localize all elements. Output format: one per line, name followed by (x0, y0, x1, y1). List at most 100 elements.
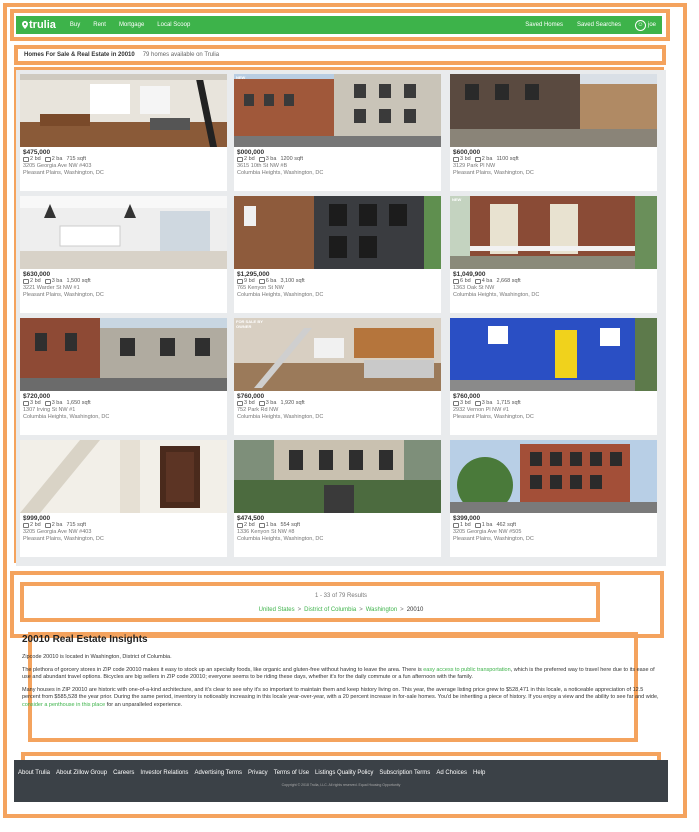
location-pin-icon (22, 21, 28, 29)
listing-baths: 6 ba (265, 278, 277, 284)
listing-street[interactable]: 752 Park Rd NW (237, 407, 438, 414)
listing-card[interactable]: $399,000 1 bd 1 ba 462 sqft 3205 Georgia A… (450, 440, 657, 557)
homes-count: 79 homes available on Trulia (142, 52, 220, 58)
breadcrumb-united-states[interactable]: United States (259, 607, 295, 613)
listing-area: Pleasant Plains, Washington, DC (453, 170, 534, 176)
listing-sqft: 715 sqft (66, 156, 87, 162)
listing-card[interactable]: $760,000 3 bd 3 ba 1,715 sqft 2932 Vernon … (450, 318, 657, 435)
listing-street[interactable]: 3205 Georgia Ave NW #505 (453, 529, 654, 536)
listing-street[interactable]: 1307 Irving St NW #1 (23, 407, 224, 414)
real-estate-insights: 20010 Real Estate Insights Zipcode 20010… (22, 634, 662, 714)
listing-area: Columbia Heights, Washington, DC (453, 292, 540, 298)
bath-icon (474, 523, 481, 528)
listing-price: $1,049,900 (453, 271, 486, 278)
listing-photo[interactable] (450, 318, 657, 391)
listing-photo[interactable]: NEW (450, 196, 657, 269)
footer-about-zillow-group[interactable]: About Zillow Group (56, 770, 107, 776)
listing-beds: 3 bd (244, 400, 255, 406)
footer-about-trulia[interactable]: About Trulia (18, 770, 50, 776)
listing-card[interactable]: $600,000 3 bd 2 ba 1100 sqft 3129 Park Pl … (450, 74, 657, 191)
listing-card[interactable]: $474,500 2 bd 1 ba 554 sqft 1336 Kenyon St… (234, 440, 441, 557)
listing-baths: 2 ba (51, 156, 63, 162)
listing-area: Columbia Heights, Washington, DC (237, 292, 324, 298)
listing-street[interactable]: 765 Kenyon St NW (237, 285, 438, 292)
bath-icon (474, 157, 481, 162)
listing-street[interactable]: 3221 Warder St NW #1 (23, 285, 224, 292)
bed-icon (237, 401, 243, 406)
bath-icon (44, 157, 51, 162)
listing-sqft: 1,650 sqft (66, 400, 91, 406)
listing-street[interactable]: 3129 Park Pl NW (453, 163, 654, 170)
bath-icon (44, 401, 51, 406)
listing-card[interactable]: FOR SALE BY OWNER $760,000 3 bd 3 ba 1,920… (234, 318, 441, 435)
listing-street[interactable]: 1336 Kenyon St NW #8 (237, 529, 438, 536)
nav-saved-homes[interactable]: Saved Homes (525, 22, 563, 28)
listing-card[interactable]: $720,000 3 bd 3 ba 1,650 sqft 1307 Irving … (20, 318, 227, 435)
nav-local-scoop[interactable]: Local Scoop (157, 22, 190, 28)
insights-title: 20010 Real Estate Insights (22, 634, 148, 645)
bath-icon (474, 401, 481, 406)
listing-card[interactable]: $1,295,000 9 bd 6 ba 3,100 sqft 765 Kenyon… (234, 196, 441, 313)
listing-photo[interactable] (20, 318, 227, 391)
listing-sqft: 1,715 sqft (496, 400, 521, 406)
listing-photo[interactable] (20, 440, 227, 513)
footer-advertising-terms[interactable]: Advertising Terms (194, 770, 242, 776)
listing-photo[interactable]: NEW (234, 74, 441, 147)
listing-street[interactable]: 3205 Georgia Ave NW #403 (23, 529, 224, 536)
footer-terms-of-use[interactable]: Terms of Use (274, 770, 309, 776)
listing-area: Columbia Heights, Washington, DC (237, 414, 324, 420)
footer-help[interactable]: Help (473, 770, 485, 776)
listing-street[interactable]: 2932 Vernon Pl NW #1 (453, 407, 654, 414)
trulia-logo[interactable]: trulia (22, 19, 56, 31)
listing-sqft: 554 sqft (280, 522, 301, 528)
listing-sqft: 1100 sqft (496, 156, 519, 162)
listing-area: Columbia Heights, Washington, DC (23, 414, 110, 420)
public-transportation-link[interactable]: easy access to public transportation (423, 667, 510, 673)
user-avatar-icon[interactable]: ☺ (634, 19, 646, 31)
insights-paragraph-2: The plethora of gorcery stores in ZIP co… (22, 666, 655, 681)
listing-card[interactable]: $475,000 2 bd 2 ba 715 sqft 3205 Georgia A… (20, 74, 227, 191)
breadcrumb-washington[interactable]: Washington (366, 607, 397, 613)
bed-icon (23, 279, 29, 284)
listing-photo[interactable] (234, 440, 441, 513)
listing-photo[interactable] (20, 74, 227, 147)
logo-text: trulia (29, 19, 56, 31)
footer-investor-relations[interactable]: Investor Relations (140, 770, 188, 776)
breadcrumb: United States > District of Columbia > Washi… (20, 607, 662, 613)
nav-saved-searches[interactable]: Saved Searches (577, 22, 621, 28)
listing-card[interactable]: $630,000 2 bd 3 ba 1,500 sqft 3221 Warder … (20, 196, 227, 313)
listing-photo[interactable]: FOR SALE BY OWNER (234, 318, 441, 391)
footer-subscription-terms[interactable]: Subscription Terms (379, 770, 430, 776)
nav-rent[interactable]: Rent (93, 22, 106, 28)
footer-privacy[interactable]: Privacy (248, 770, 268, 776)
nav-mortgage[interactable]: Mortgage (119, 22, 144, 28)
listing-card[interactable]: NEW $000,000 2 bd 3 ba 1200 sqft 3615 10th… (234, 74, 441, 191)
listing-street[interactable]: 3205 Georgia Ave NW #403 (23, 163, 224, 170)
listing-badge: NEW (452, 197, 462, 202)
footer-careers[interactable]: Careers (113, 770, 134, 776)
bath-icon (258, 157, 265, 162)
listing-beds: 2 bd (30, 156, 41, 162)
listing-card[interactable]: $999,000 2 bd 2 ba 715 sqft 3205 Georgia A… (20, 440, 227, 557)
listing-street[interactable]: 1363 Oak St NW (453, 285, 654, 292)
listing-photo[interactable] (20, 196, 227, 269)
listing-photo[interactable] (234, 196, 441, 269)
breadcrumb-district-of-columbia[interactable]: District of Columbia (304, 607, 356, 613)
listing-beds: 2 bd (30, 278, 41, 284)
listing-photo[interactable] (450, 74, 657, 147)
nav-buy[interactable]: Buy (70, 22, 80, 28)
listing-price: $720,000 (23, 393, 51, 400)
listing-badge: FOR SALE BY OWNER (236, 319, 263, 329)
listing-baths: 1 ba (481, 522, 493, 528)
listing-price: $474,500 (237, 515, 265, 522)
footer-ad-choices[interactable]: Ad Choices (436, 770, 467, 776)
penthouse-link[interactable]: consider a penthouse in this place (22, 702, 105, 708)
listing-card[interactable]: NEW $1,049,900 6 bd 4 ba 2,668 sqft 1363 O… (450, 196, 657, 313)
user-name[interactable]: joe (648, 22, 656, 28)
bed-icon (453, 523, 459, 528)
listing-sqft: 3,100 sqft (280, 278, 305, 284)
listing-street[interactable]: 3615 10th St NW #B (237, 163, 438, 170)
footer-listings-quality-policy[interactable]: Listings Quality Policy (315, 770, 373, 776)
listing-photo[interactable] (450, 440, 657, 513)
listing-price: $760,000 (453, 393, 481, 400)
